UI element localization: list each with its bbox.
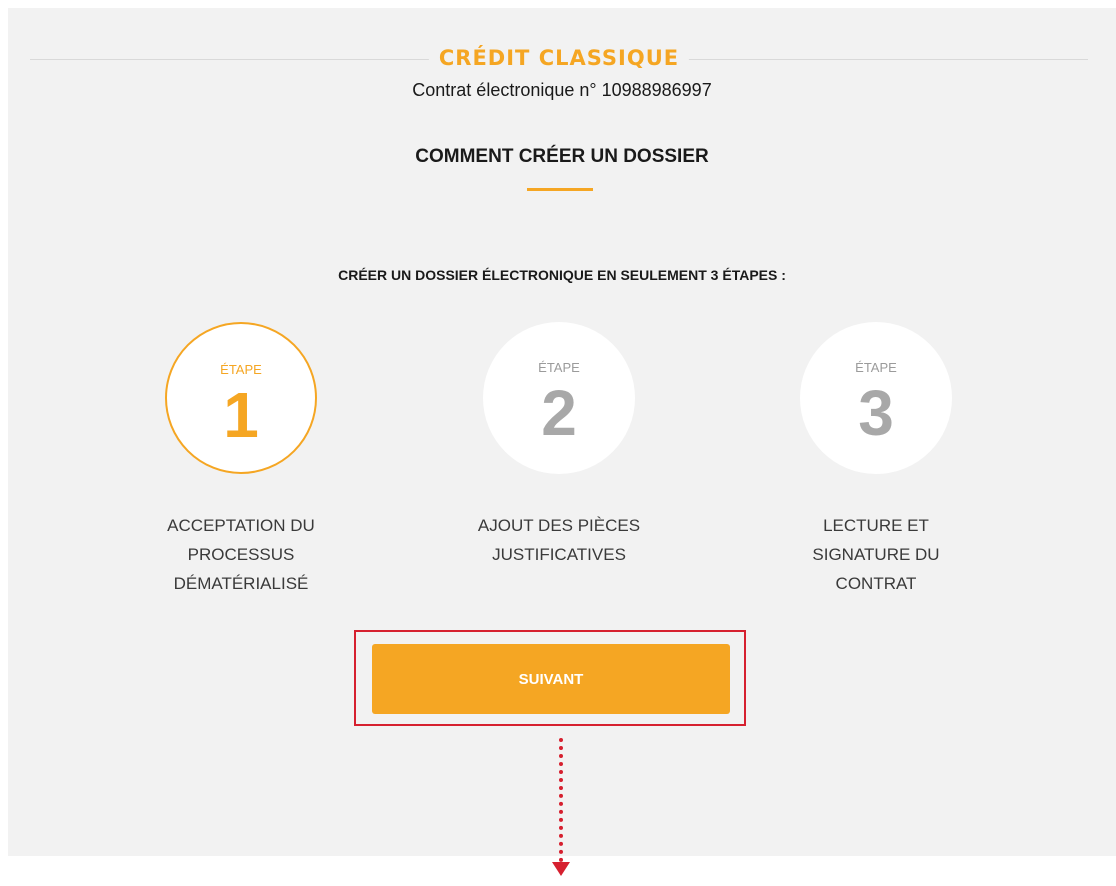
annotation-arrow-line [559,738,563,862]
step-3-circle: ÉTAPE 3 [800,322,952,474]
section-title-underline [527,188,593,191]
step-3-description: LECTURE ET SIGNATURE DU CONTRAT [812,516,940,593]
step-3-number: 3 [858,377,894,449]
step-2-number: 2 [541,377,577,449]
step-1-circle: ÉTAPE 1 [165,322,317,474]
steps-heading: CRÉER UN DOSSIER ÉLECTRONIQUE EN SEULEME… [338,267,786,283]
product-title: CRÉDIT CLASSIQUE [428,46,690,70]
step-3-label: ÉTAPE [855,360,897,375]
step-1-description: ACCEPTATION DU PROCESSUS DÉMATÉRIALISÉ [167,516,315,593]
step-1-number: 1 [223,379,259,451]
product-title-row: CRÉDIT CLASSIQUE [30,46,1088,72]
contract-number: Contrat électronique n° 10988986997 [412,80,712,100]
step-2-description: AJOUT DES PIÈCES JUSTIFICATIVES [477,516,641,564]
step-1-label: ÉTAPE [220,362,262,377]
section-title: COMMENT CRÉER UN DOSSIER [415,146,709,167]
next-button[interactable]: SUIVANT [372,644,730,714]
arrow-down-icon [552,862,570,876]
step-2-label: ÉTAPE [538,360,580,375]
main-panel: CRÉDIT CLASSIQUE Contrat électronique n°… [8,8,1116,856]
step-2-circle: ÉTAPE 2 [483,322,635,474]
